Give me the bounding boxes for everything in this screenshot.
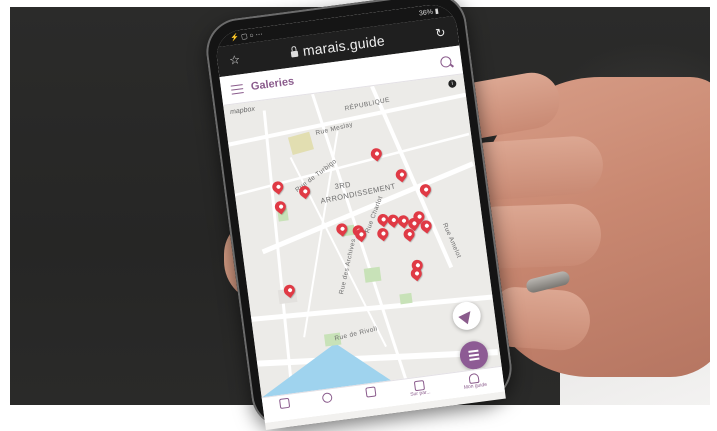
tab-chat[interactable]: Sur par...	[409, 379, 431, 398]
phone-screen: ⚡ ▢ ○ ⋯ 36% ▮ ☆ marais.guide ↻ Galeries	[213, 1, 506, 431]
tab-my-guide-label: Mon guide	[463, 381, 488, 391]
tab-chat-label: Sur par...	[409, 389, 431, 398]
home-icon	[278, 397, 291, 409]
tab-explore[interactable]	[322, 392, 334, 404]
menu-icon[interactable]	[230, 83, 244, 95]
phone: ⚡ ▢ ○ ⋯ 36% ▮ ☆ marais.guide ↻ Galeries	[202, 0, 516, 431]
star-icon[interactable]: ☆	[228, 52, 241, 67]
status-icons-left: ⚡ ▢ ○ ⋯	[230, 31, 264, 43]
tab-home[interactable]	[278, 397, 291, 409]
reload-icon[interactable]: ↻	[435, 25, 447, 40]
page-title: Galeries	[250, 75, 295, 93]
lock-icon	[290, 50, 299, 58]
book-icon	[365, 386, 377, 398]
tab-book[interactable]	[365, 386, 377, 398]
search-icon[interactable]	[439, 55, 453, 68]
map[interactable]: mapbox i RÉPUBLIQUE Rue Meslay Rue de Tu…	[223, 74, 505, 424]
tab-my-guide[interactable]: Mon guide	[462, 372, 487, 391]
location-icon	[322, 392, 334, 404]
url-text: marais.guide	[301, 32, 386, 59]
status-icons-right: 36% ▮	[418, 7, 440, 18]
